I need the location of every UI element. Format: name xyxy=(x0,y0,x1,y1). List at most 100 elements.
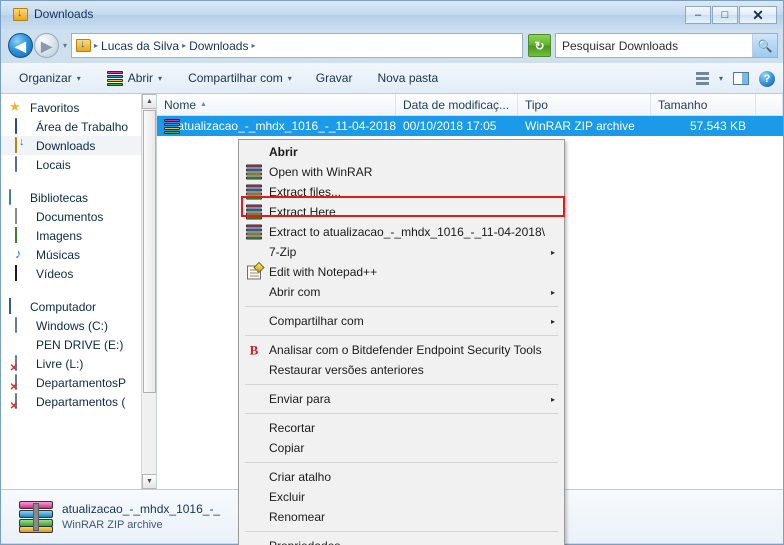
sidebar-item-livre-l[interactable]: Livre (L:) xyxy=(1,354,142,373)
sidebar-item-departamentosp[interactable]: DepartamentosP xyxy=(1,373,142,392)
menu-item-extract-to-folder[interactable]: Extract to atualizacao_-_mhdx_1016_-_11-… xyxy=(239,222,564,242)
menu-item-7-zip[interactable]: 7-Zip ▸ xyxy=(239,242,564,262)
back-button[interactable]: ◀ xyxy=(8,33,33,58)
back-arrow-icon: ◀ xyxy=(15,37,26,54)
scrollbar-thumb[interactable] xyxy=(143,110,156,393)
winrar-icon xyxy=(246,204,262,220)
menu-item-compartilhar-com[interactable]: Compartilhar com ▸ xyxy=(239,311,564,331)
column-header-tamanho[interactable]: Tamanho xyxy=(651,94,756,115)
menu-item-renomear[interactable]: Renomear xyxy=(239,507,564,527)
sidebar-item-label: Departamentos ( xyxy=(36,394,126,409)
search-icon[interactable]: 🔍 xyxy=(752,34,777,57)
nav-group-label: Computador xyxy=(30,299,97,314)
help-icon[interactable]: ? xyxy=(759,70,775,87)
view-options-icon[interactable] xyxy=(695,72,709,85)
winrar-icon xyxy=(246,164,262,180)
sidebar-item-label: Imagens xyxy=(36,228,83,243)
sidebar-item-windows-c[interactable]: Windows (C:) xyxy=(1,316,142,335)
menu-item-recortar[interactable]: Recortar xyxy=(239,418,564,438)
toolbar-label: Organizar xyxy=(19,71,72,85)
search-input[interactable]: Pesquisar Downloads xyxy=(556,39,752,53)
window-controls: – □ ✕ xyxy=(685,6,777,24)
winrar-icon xyxy=(246,224,262,240)
recent-pages-chevron-down-icon[interactable]: ▾ xyxy=(63,41,67,50)
menu-item-abrir-com[interactable]: Abrir com ▸ xyxy=(239,282,564,302)
sidebar-item-departamentos[interactable]: Departamentos ( xyxy=(1,392,142,411)
scroll-up-button[interactable]: ▲ xyxy=(142,94,156,109)
table-row[interactable]: atualizacao_-_mhdx_1016_-_11-04-2018 00/… xyxy=(157,116,783,136)
toolbar-button-organizar[interactable]: Organizar ▾ xyxy=(19,71,81,85)
forward-arrow-icon: ▶ xyxy=(41,37,52,54)
column-header-data-de-modificacao[interactable]: Data de modificaç... xyxy=(396,94,518,115)
breadcrumb[interactable]: ▸ Lucas da Silva ▸ Downloads ▸ xyxy=(71,33,523,58)
sidebar-item-videos[interactable]: Vídeos xyxy=(1,264,142,283)
menu-separator xyxy=(245,384,558,385)
sidebar-item-musicas[interactable]: ♪ Músicas xyxy=(1,245,142,264)
winrar-archive-icon xyxy=(19,500,53,533)
menu-item-extract-here[interactable]: Extract Here xyxy=(239,202,564,222)
file-name: atualizacao_-_mhdx_1016_-_11-04-2018 xyxy=(177,119,396,133)
menu-item-restaurar-versoes-anteriores[interactable]: Restaurar versões anteriores xyxy=(239,360,564,380)
sidebar-item-documentos[interactable]: Documentos xyxy=(1,207,142,226)
menu-item-abrir[interactable]: Abrir xyxy=(239,142,564,162)
documents-icon xyxy=(15,208,31,224)
details-file-name: atualizacao_-_mhdx_1016_-_ xyxy=(62,502,221,516)
sidebar-item-pen-drive-e[interactable]: PEN DRIVE (E:) xyxy=(1,335,142,354)
breadcrumb-separator-icon[interactable]: ▸ xyxy=(251,41,255,50)
toolbar-label: Abrir xyxy=(127,71,154,85)
breadcrumb-separator-icon[interactable]: ▸ xyxy=(94,41,98,50)
chevron-down-icon: ▾ xyxy=(287,73,292,83)
refresh-button[interactable]: ↻ xyxy=(528,34,551,57)
menu-item-excluir[interactable]: Excluir xyxy=(239,487,564,507)
maximize-button[interactable]: □ xyxy=(712,6,738,24)
sidebar-item-locais[interactable]: Locais xyxy=(1,155,142,174)
downloads-folder-icon xyxy=(13,7,28,21)
nav-group-computador[interactable]: Computador xyxy=(1,297,142,316)
music-icon: ♪ xyxy=(15,246,22,261)
breadcrumb-item-user[interactable]: Lucas da Silva xyxy=(101,39,179,53)
menu-item-propriedades[interactable]: Propriedades xyxy=(239,536,564,545)
view-chevron-down-icon[interactable]: ▾ xyxy=(719,74,723,83)
menu-item-edit-with-notepadpp[interactable]: Edit with Notepad++ xyxy=(239,261,564,282)
sidebar-item-area-de-trabalho[interactable]: Área de Trabalho xyxy=(1,117,142,136)
breadcrumb-separator-icon[interactable]: ▸ xyxy=(182,41,186,50)
menu-item-label: Edit with Notepad++ xyxy=(269,265,378,279)
scroll-down-button[interactable]: ▼ xyxy=(142,474,156,489)
sidebar-item-imagens[interactable]: Imagens xyxy=(1,226,142,245)
minimize-button[interactable]: – xyxy=(685,6,711,24)
menu-item-label: Analisar com o Bitdefender Endpoint Secu… xyxy=(269,343,542,357)
toolbar-button-nova-pasta[interactable]: Nova pasta xyxy=(377,71,438,85)
menu-item-analisar-bitdefender[interactable]: B Analisar com o Bitdefender Endpoint Se… xyxy=(239,340,564,360)
toolbar-button-compartilhar-com[interactable]: Compartilhar com ▾ xyxy=(188,71,292,85)
usb-drive-icon xyxy=(15,337,31,352)
menu-item-open-with-winrar[interactable]: Open with WinRAR xyxy=(239,162,564,182)
notepadpp-icon xyxy=(246,261,265,280)
close-button[interactable]: ✕ xyxy=(739,6,777,24)
column-header-tipo[interactable]: Tipo xyxy=(518,94,651,115)
submenu-arrow-icon: ▸ xyxy=(550,394,555,404)
nav-group-favoritos[interactable]: ★ Favoritos xyxy=(1,98,142,117)
toolbar-button-gravar[interactable]: Gravar xyxy=(316,71,353,85)
nav-group-bibliotecas[interactable]: Bibliotecas xyxy=(1,188,142,207)
menu-item-copiar[interactable]: Copiar xyxy=(239,438,564,458)
cell-data-modificacao: 00/10/2018 17:05 xyxy=(403,119,497,133)
column-header-nome[interactable]: Nome ▲ xyxy=(157,94,396,115)
toolbar-right-group: ▾ ? xyxy=(695,63,775,94)
sidebar-item-label: Documentos xyxy=(36,209,104,224)
menu-item-criar-atalho[interactable]: Criar atalho xyxy=(239,467,564,487)
toolbar-label: Gravar xyxy=(315,71,353,85)
toolbar-button-abrir[interactable]: Abrir ▾ xyxy=(106,70,162,86)
forward-button[interactable]: ▶ xyxy=(34,33,59,58)
context-menu: Abrir Open with WinRAR Extract files... … xyxy=(238,139,565,545)
navigation-scrollbar[interactable]: ▲ ▼ xyxy=(141,94,156,489)
sidebar-item-downloads[interactable]: Downloads xyxy=(1,136,142,155)
menu-item-extract-files[interactable]: Extract files... xyxy=(239,182,564,202)
breadcrumb-item-downloads[interactable]: Downloads xyxy=(189,39,248,53)
title-bar: Downloads – □ ✕ xyxy=(1,1,783,29)
search-box[interactable]: Pesquisar Downloads 🔍 xyxy=(555,33,778,58)
preview-pane-icon[interactable] xyxy=(733,72,749,85)
menu-item-enviar-para[interactable]: Enviar para ▸ xyxy=(239,389,564,409)
desktop-icon xyxy=(15,118,31,134)
cell-tipo: WinRAR ZIP archive xyxy=(525,119,635,133)
sidebar-item-label: Área de Trabalho xyxy=(36,119,129,134)
